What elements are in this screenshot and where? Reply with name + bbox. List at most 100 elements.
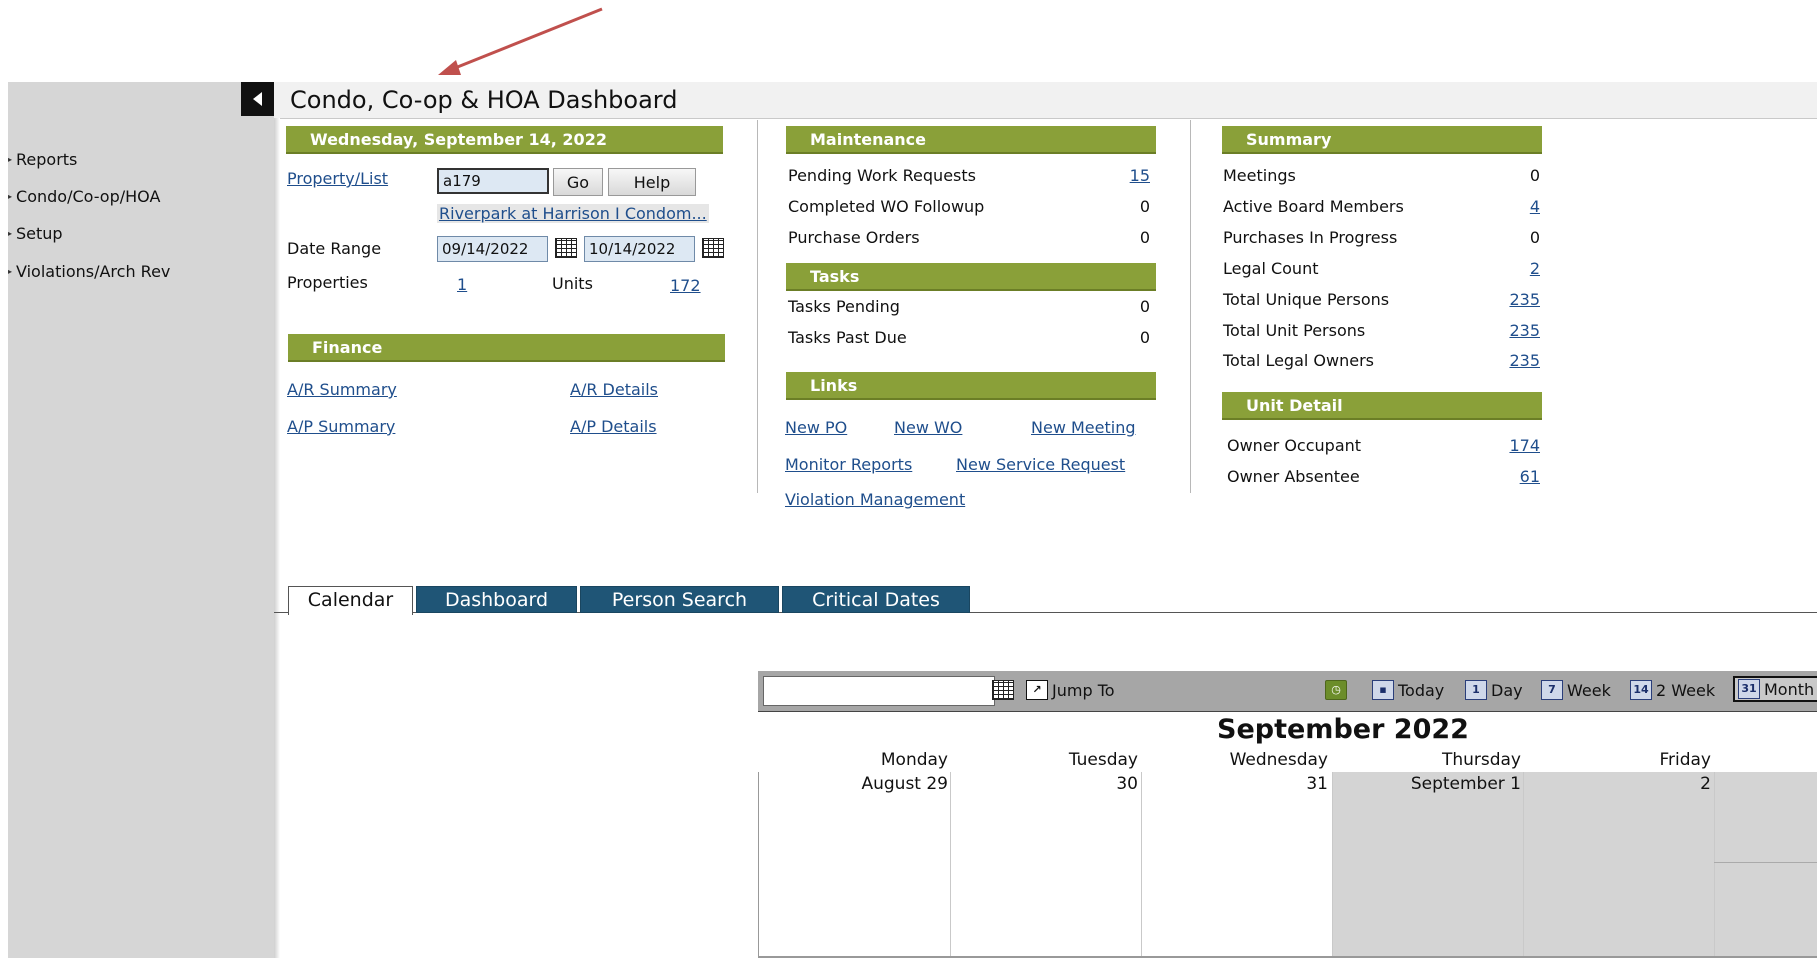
summary-row-label: Meetings xyxy=(1223,166,1296,185)
calendar-day-cell[interactable] xyxy=(1332,772,1523,958)
bullet-icon: ▸ xyxy=(8,192,13,201)
week-view-button[interactable]: 7 Week xyxy=(1541,680,1611,700)
calendar-border xyxy=(758,772,759,958)
maintenance-row-label: Purchase Orders xyxy=(788,228,920,247)
summary-row-label: Total Legal Owners xyxy=(1223,351,1374,370)
maintenance-row-label: Completed WO Followup xyxy=(788,197,985,216)
today-button[interactable]: ▪ Today xyxy=(1372,680,1444,700)
property-code-input[interactable] xyxy=(437,168,549,194)
calendar-day-cell[interactable] xyxy=(950,772,1141,958)
summary-row-label: Active Board Members xyxy=(1223,197,1404,216)
property-name-link[interactable]: Riverpark at Harrison I Condom... xyxy=(437,204,709,223)
calendar-cell-divider xyxy=(1714,862,1817,863)
calendar-day-cell[interactable] xyxy=(1141,772,1332,958)
total-legal-owners-link[interactable]: 235 xyxy=(1490,351,1540,370)
sidebar-item-label: Setup xyxy=(16,224,63,243)
ap-details-link[interactable]: A/P Details xyxy=(570,417,657,436)
annotation-arrow xyxy=(438,7,603,75)
day-number: 31 xyxy=(1306,774,1328,794)
ar-details-link[interactable]: A/R Details xyxy=(570,380,658,399)
jump-to-button[interactable]: ↗ Jump To xyxy=(1026,680,1115,700)
sidebar-item-condo[interactable]: ▸ Condo/Co-op/HOA xyxy=(8,187,160,206)
tasks-header: Tasks xyxy=(786,263,1156,291)
summary-row-value: 0 xyxy=(1529,166,1540,185)
day-header: Wednesday xyxy=(1229,750,1328,770)
day-number: August 29 xyxy=(861,774,948,794)
summary-row-label: Legal Count xyxy=(1223,259,1319,278)
total-unit-persons-link[interactable]: 235 xyxy=(1490,321,1540,340)
clock-button[interactable]: ◷ xyxy=(1325,680,1347,700)
summary-row-label: Total Unique Persons xyxy=(1223,290,1390,309)
column-divider xyxy=(1190,120,1191,493)
calendar-day-cell[interactable] xyxy=(1523,772,1714,958)
maintenance-header: Maintenance xyxy=(786,126,1156,154)
sidebar-item-reports[interactable]: ▸ Reports xyxy=(8,150,77,169)
ap-summary-link[interactable]: A/P Summary xyxy=(287,417,395,436)
monitor-reports-link[interactable]: Monitor Reports xyxy=(785,455,912,474)
unit-detail-row-label: Owner Occupant xyxy=(1227,436,1362,455)
day-number: 30 xyxy=(1116,774,1138,794)
total-unique-persons-link[interactable]: 235 xyxy=(1490,290,1540,309)
property-list-link[interactable]: Property/List xyxy=(287,169,388,188)
date-to-input[interactable] xyxy=(584,236,695,262)
ar-summary-link[interactable]: A/R Summary xyxy=(287,380,397,399)
legal-count-link[interactable]: 2 xyxy=(1490,259,1540,278)
active-board-members-link[interactable]: 4 xyxy=(1490,197,1540,216)
new-meeting-link[interactable]: New Meeting xyxy=(1031,418,1136,437)
sidebar-item-violations[interactable]: ▸ Violations/Arch Rev xyxy=(8,262,170,281)
date-range-label: Date Range xyxy=(287,239,382,258)
calendar-picker-icon[interactable] xyxy=(555,238,577,258)
calendar-picker-icon[interactable] xyxy=(702,238,724,258)
finance-header: Finance xyxy=(288,334,725,362)
owner-absentee-link[interactable]: 61 xyxy=(1490,467,1540,486)
go-button[interactable]: Go xyxy=(553,168,603,196)
today-calendar-icon: ▪ xyxy=(1372,680,1394,700)
sidebar-item-setup[interactable]: ▸ Setup xyxy=(8,224,63,243)
new-service-request-link[interactable]: New Service Request xyxy=(956,455,1125,474)
unit-detail-header: Unit Detail xyxy=(1222,392,1542,420)
collapse-sidebar-button[interactable] xyxy=(241,82,274,116)
sidebar-item-label: Condo/Co-op/HOA xyxy=(16,187,161,206)
help-button[interactable]: Help xyxy=(608,168,696,196)
tab-dashboard[interactable]: Dashboard xyxy=(416,586,577,613)
summary-row-value: 0 xyxy=(1529,228,1540,247)
two-week-calendar-icon: 14 xyxy=(1630,680,1652,700)
tab-person-search[interactable]: Person Search xyxy=(580,586,779,613)
bullet-icon: ▸ xyxy=(8,267,13,276)
day-view-button[interactable]: 1 Day xyxy=(1465,680,1523,700)
units-count-link[interactable]: 172 xyxy=(670,276,701,295)
day-header: Friday xyxy=(1659,750,1711,770)
tasks-row-value: 0 xyxy=(1139,328,1150,347)
maintenance-row-value: 0 xyxy=(1139,228,1150,247)
sidebar: ▸ Reports ▸ Condo/Co-op/HOA ▸ Setup ▸ Vi… xyxy=(8,82,274,958)
units-label: Units xyxy=(552,274,593,293)
calendar-picker-icon[interactable] xyxy=(992,680,1014,700)
new-wo-link[interactable]: New WO xyxy=(894,418,962,437)
day-header: Tuesday xyxy=(1068,750,1138,770)
month-view-button[interactable]: 31 Month xyxy=(1733,676,1817,702)
tab-calendar[interactable]: Calendar xyxy=(288,586,413,615)
bullet-icon: ▸ xyxy=(8,229,13,238)
properties-count-link[interactable]: 1 xyxy=(457,275,467,294)
date-from-input[interactable] xyxy=(437,236,548,262)
pending-work-requests-link[interactable]: 15 xyxy=(1100,166,1150,185)
sidebar-item-label: Violations/Arch Rev xyxy=(16,262,171,281)
sidebar-item-label: Reports xyxy=(16,150,78,169)
day-header: Monday xyxy=(880,750,948,770)
calendar-day-cell[interactable] xyxy=(1714,772,1817,958)
violation-management-link[interactable]: Violation Management xyxy=(785,490,965,509)
month-calendar-icon: 31 xyxy=(1738,679,1760,699)
jump-to-date-input[interactable] xyxy=(763,676,995,706)
tab-critical-dates[interactable]: Critical Dates xyxy=(782,586,970,613)
unit-detail-row-label: Owner Absentee xyxy=(1227,467,1360,486)
month-label: Month xyxy=(1764,679,1815,699)
owner-occupant-link[interactable]: 174 xyxy=(1490,436,1540,455)
bullet-icon: ▸ xyxy=(8,155,13,164)
day-number: 2 xyxy=(1700,774,1711,794)
two-week-view-button[interactable]: 14 2 Week xyxy=(1630,680,1715,700)
new-po-link[interactable]: New PO xyxy=(785,418,847,437)
maintenance-row-label: Pending Work Requests xyxy=(788,166,976,185)
column-divider xyxy=(757,120,758,493)
day-calendar-icon: 1 xyxy=(1465,680,1487,700)
content-divider xyxy=(274,118,280,958)
